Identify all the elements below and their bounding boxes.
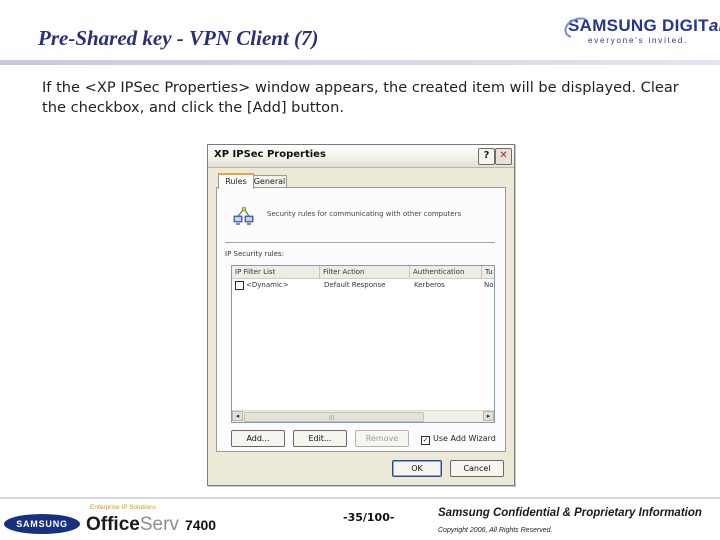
help-icon: ?: [483, 150, 490, 161]
instruction-text: If the <XP IPSec Properties> window appe…: [42, 79, 679, 116]
help-button[interactable]: ?: [478, 148, 495, 165]
title-divider: [0, 60, 720, 65]
ok-button[interactable]: OK: [392, 460, 442, 477]
network-computers-icon: [233, 206, 254, 225]
scroll-right-button[interactable]: ▸: [483, 411, 494, 421]
column-authentication[interactable]: Authentication: [410, 266, 482, 278]
slide-title: Pre-Shared key - VPN Client (7): [38, 26, 319, 50]
rules-list-header: IP Filter List Filter Action Authenticat…: [232, 266, 494, 279]
column-tunnel[interactable]: Tu: [482, 266, 494, 278]
grip-icon: |||: [329, 415, 335, 421]
cell-ip-filter-list: <Dynamic>: [246, 281, 289, 289]
samsung-digitall-logo: SAMSUNG DIGITall everyone's invited.: [561, 13, 720, 50]
close-icon: ✕: [499, 150, 508, 161]
rule-checkbox[interactable]: [235, 281, 244, 290]
edit-button[interactable]: Edit...: [293, 430, 347, 447]
cell-authentication: Kerberos: [414, 281, 445, 289]
confidential-notice: Samsung Confidential & Proprietary Infor…: [438, 507, 702, 519]
add-button[interactable]: Add...: [231, 430, 285, 447]
rules-tab-panel: Security rules for communicating with ot…: [216, 187, 506, 452]
close-button[interactable]: ✕: [495, 148, 512, 165]
column-filter-action[interactable]: Filter Action: [320, 266, 410, 278]
scrollbar-thumb[interactable]: |||: [244, 412, 424, 422]
rules-list[interactable]: IP Filter List Filter Action Authenticat…: [231, 265, 495, 423]
rules-description: Security rules for communicating with ot…: [267, 210, 462, 218]
officeserv-logo: OfficeServ 7400: [86, 514, 217, 535]
table-row[interactable]: <Dynamic> Default Response Kerberos No: [232, 280, 494, 291]
use-add-wizard-checkbox[interactable]: ✓ Use Add Wizard: [421, 434, 496, 445]
panel-separator: [225, 242, 495, 244]
remove-button[interactable]: Remove: [355, 430, 409, 447]
copyright-notice: Copyright 2006, All Rights Reserved.: [438, 527, 553, 534]
arrow-left-icon: ◂: [235, 412, 240, 420]
checkmark-icon: ✓: [421, 436, 430, 445]
tab-rules[interactable]: Rules: [218, 173, 254, 189]
cell-filter-action: Default Response: [324, 281, 386, 289]
window-title: XP IPSec Properties: [214, 149, 326, 160]
footer-divider: [0, 497, 720, 499]
scroll-left-button[interactable]: ◂: [232, 411, 243, 421]
ipsec-properties-window: XP IPSec Properties ? ✕ Rules General Se…: [207, 144, 515, 486]
cell-tunnel: No: [484, 281, 494, 289]
rules-list-label: IP Security rules:: [225, 250, 285, 258]
cancel-button[interactable]: Cancel: [450, 460, 504, 477]
product-tagline: Enterprise IP Solutions: [90, 504, 156, 511]
page-number: -35/100-: [343, 511, 395, 524]
logo-tagline: everyone's invited.: [588, 36, 689, 45]
window-titlebar[interactable]: XP IPSec Properties ? ✕: [208, 145, 514, 168]
samsung-logo: SAMSUNG: [4, 514, 80, 534]
horizontal-scrollbar[interactable]: ◂ ||| ▸: [232, 410, 494, 422]
use-add-wizard-label: Use Add Wizard: [433, 434, 496, 443]
arrow-right-icon: ▸: [486, 412, 491, 420]
column-ip-filter-list[interactable]: IP Filter List: [232, 266, 320, 278]
